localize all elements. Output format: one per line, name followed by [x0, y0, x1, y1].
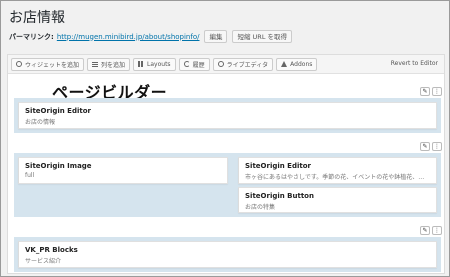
live-editor-label: ライブエディタ	[226, 61, 269, 69]
widget-title: SiteOrigin Editor	[245, 162, 311, 170]
permalink-row: パーマリンク: http://mugen.minibird.jp/about/s…	[9, 30, 293, 43]
add-row-button[interactable]: 列を追加	[87, 57, 131, 71]
row-edit-icon[interactable]: ✎	[420, 142, 430, 151]
live-editor-button[interactable]: ライブエディタ	[212, 57, 274, 71]
widget-title: SiteOrigin Button	[245, 192, 314, 200]
widget-title: SiteOrigin Editor	[25, 107, 91, 115]
row-menu-icon[interactable]: ⋮	[432, 142, 442, 151]
layouts-button[interactable]: Layouts	[133, 57, 176, 71]
widget-description: full	[25, 172, 35, 179]
widget-siteorigin-button[interactable]: SiteOrigin Button お店の特集	[238, 187, 437, 213]
row-2-tools: ✎ ⋮	[420, 142, 442, 151]
widget-title: SiteOrigin Image	[25, 162, 92, 170]
widget-description: 市ヶ谷にあるはやさしです。季節の花、イベントの花や鉢植花、観葉植物など	[245, 174, 430, 181]
circle-plus-icon	[16, 61, 22, 67]
history-icon	[183, 61, 190, 67]
add-widget-button[interactable]: ウィジェットを追加	[11, 57, 85, 71]
builder-row-1[interactable]: SiteOrigin Editor お店の情報	[14, 98, 441, 133]
addons-label: Addons	[290, 60, 313, 68]
page-builder-panel: ウィジェットを追加 列を追加 Layouts 履歴 ライブエディタ Addons…	[7, 54, 445, 274]
builder-row-2[interactable]: SiteOrigin Image full SiteOrigin Editor …	[14, 153, 441, 217]
eye-icon	[217, 61, 224, 67]
row-menu-icon[interactable]: ⋮	[432, 226, 442, 235]
row-1-tools: ✎ ⋮	[420, 87, 442, 96]
row-menu-icon[interactable]: ⋮	[432, 87, 442, 96]
layouts-label: Layouts	[147, 60, 171, 68]
edit-permalink-button[interactable]: 編集	[204, 30, 228, 43]
get-shortlink-button[interactable]: 短縮 URL を取得	[232, 30, 293, 43]
history-label: 履歴	[192, 61, 205, 69]
widget-siteorigin-image[interactable]: SiteOrigin Image full	[18, 157, 228, 184]
revert-to-editor-link[interactable]: Revert to Editor	[391, 60, 438, 67]
rows-icon	[92, 61, 99, 67]
page-title: お店情報	[9, 10, 65, 26]
row-edit-icon[interactable]: ✎	[420, 87, 430, 96]
layouts-icon	[138, 61, 145, 67]
widget-siteorigin-editor[interactable]: SiteOrigin Editor お店の情報	[18, 102, 437, 129]
permalink-label: パーマリンク:	[9, 32, 54, 41]
widget-title: VK_PR Blocks	[25, 246, 78, 254]
builder-toolbar: ウィジェットを追加 列を追加 Layouts 履歴 ライブエディタ Addons	[8, 55, 444, 74]
widget-vk-pr-blocks[interactable]: VK_PR Blocks サービス紹介	[18, 241, 437, 268]
permalink-url[interactable]: http://mugen.minibird.jp/about/shopinfo/	[57, 33, 200, 41]
widget-siteorigin-editor[interactable]: SiteOrigin Editor 市ヶ谷にあるはやさしです。季節の花、イベント…	[238, 157, 437, 184]
row-edit-icon[interactable]: ✎	[420, 226, 430, 235]
addons-button[interactable]: Addons	[276, 57, 318, 71]
builder-row-3[interactable]: VK_PR Blocks サービス紹介	[14, 237, 441, 272]
add-widget-label: ウィジェットを追加	[25, 61, 80, 69]
row-2-cell-right[interactable]: SiteOrigin Editor 市ヶ谷にあるはやさしです。季節の花、イベント…	[238, 157, 437, 213]
add-row-label: 列を追加	[101, 61, 126, 69]
rocket-icon	[281, 61, 288, 67]
widget-description: お店の情報	[25, 119, 56, 126]
history-button[interactable]: 履歴	[178, 57, 210, 71]
row-2-cell-left[interactable]: SiteOrigin Image full	[18, 157, 228, 213]
widget-description: サービス紹介	[25, 258, 62, 265]
row-3-tools: ✎ ⋮	[420, 226, 442, 235]
widget-description: お店の特集	[245, 204, 276, 211]
